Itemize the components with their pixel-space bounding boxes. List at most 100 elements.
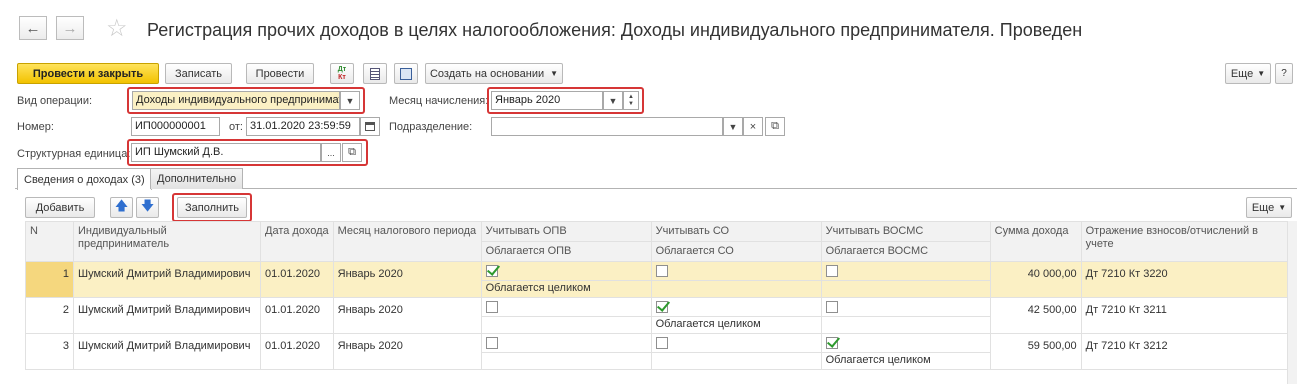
col-so-sub[interactable]: Облагается СО xyxy=(650,241,822,262)
opv-checkbox[interactable] xyxy=(485,265,498,278)
vosms-checkbox[interactable] xyxy=(825,337,838,350)
tab-additional[interactable]: Дополнительно xyxy=(150,168,244,189)
row-so-cell[interactable] xyxy=(650,297,822,318)
division-field[interactable] xyxy=(491,117,723,136)
operation-type-field[interactable]: Доходы индивидуального предпринимателя xyxy=(132,91,340,110)
row-opv-cell[interactable] xyxy=(480,333,652,354)
col-month[interactable]: Месяц налогового периода xyxy=(332,221,482,262)
back-button[interactable]: ← xyxy=(19,16,47,40)
struct-unit-open[interactable]: ⧉ xyxy=(342,143,362,162)
row-reflection[interactable]: Дт 7210 Кт 3211 xyxy=(1080,297,1288,335)
row-reflection[interactable]: Дт 7210 Кт 3220 xyxy=(1080,260,1288,299)
chevron-down-icon: ▼ xyxy=(345,95,355,106)
opv-checkbox[interactable] xyxy=(485,301,498,314)
table-row[interactable]: 3 Шумский Дмитрий Владимирович 01.01.202… xyxy=(25,333,1288,371)
operation-type-dropdown[interactable]: ▼ xyxy=(340,91,360,110)
row-entrepreneur[interactable]: Шумский Дмитрий Владимирович xyxy=(73,260,261,299)
post-button[interactable]: Провести xyxy=(246,63,314,84)
col-entrepreneur[interactable]: Индивидуальный предприниматель xyxy=(73,221,261,262)
row-month[interactable]: Январь 2020 xyxy=(332,333,482,371)
chevron-down-icon: ▼ xyxy=(608,95,618,106)
row-opv-cell[interactable] xyxy=(480,260,652,282)
row-vosms-cell[interactable] xyxy=(820,260,991,282)
col-n[interactable]: N xyxy=(25,221,74,262)
so-taxed-text[interactable] xyxy=(650,280,822,299)
vosms-checkbox[interactable] xyxy=(825,265,838,278)
vosms-taxed-text[interactable]: Облагается целиком xyxy=(820,352,991,371)
row-opv-cell[interactable] xyxy=(480,297,652,318)
vosms-taxed-text[interactable] xyxy=(820,316,991,335)
col-opv-sub[interactable]: Облагается ОПВ xyxy=(480,241,652,262)
row-so-cell[interactable] xyxy=(650,260,822,282)
col-vosms-sub[interactable]: Облагается ВОСМС xyxy=(820,241,991,262)
add-button[interactable]: Добавить xyxy=(25,197,95,218)
struct-unit-field[interactable]: ИП Шумский Д.В. xyxy=(131,143,321,162)
row-number: 2 xyxy=(25,297,74,335)
forward-button[interactable]: → xyxy=(56,16,84,40)
col-so[interactable]: Учитывать СО xyxy=(650,221,822,242)
month-spinner[interactable]: ▲ ▼ xyxy=(623,91,639,110)
row-vosms-cell[interactable] xyxy=(820,297,991,318)
open-link-icon: ⧉ xyxy=(348,146,356,158)
help-button[interactable]: ? xyxy=(1275,63,1293,84)
col-opv[interactable]: Учитывать ОПВ xyxy=(480,221,652,242)
row-reflection[interactable]: Дт 7210 Кт 3212 xyxy=(1080,333,1288,371)
row-date[interactable]: 01.01.2020 xyxy=(260,260,334,299)
struct-unit-select[interactable]: ... xyxy=(321,143,341,162)
col-vosms[interactable]: Учитывать ВОСМС xyxy=(820,221,991,242)
post-and-close-button[interactable]: Провести и закрыть xyxy=(17,63,159,84)
table-row[interactable]: 1 Шумский Дмитрий Владимирович 01.01.202… xyxy=(25,260,1288,299)
division-open[interactable]: ⧉ xyxy=(765,117,785,136)
number-field[interactable]: ИП000000001 xyxy=(131,117,220,136)
favorite-star-icon[interactable]: ☆ xyxy=(106,14,128,43)
row-amount[interactable]: 42 500,00 xyxy=(989,297,1082,335)
row-month[interactable]: Январь 2020 xyxy=(332,260,482,299)
move-down-button[interactable]: 🡇 xyxy=(136,197,159,218)
row-amount[interactable]: 40 000,00 xyxy=(989,260,1082,299)
struct-unit-label: Структурная единица: xyxy=(17,148,131,160)
table-row[interactable]: 2 Шумский Дмитрий Владимирович 01.01.202… xyxy=(25,297,1288,335)
opv-taxed-text[interactable] xyxy=(480,316,652,335)
col-reflection[interactable]: Отражение взносов/отчислений в учете xyxy=(1080,221,1288,262)
opv-taxed-text[interactable] xyxy=(480,352,652,371)
move-up-button[interactable]: 🡅 xyxy=(110,197,133,218)
row-date[interactable]: 01.01.2020 xyxy=(260,333,334,371)
vosms-taxed-text[interactable] xyxy=(820,280,991,299)
row-amount[interactable]: 59 500,00 xyxy=(989,333,1082,371)
date-field[interactable]: 31.01.2020 23:59:59 xyxy=(246,117,360,136)
vosms-checkbox[interactable] xyxy=(825,301,838,314)
division-dropdown[interactable]: ▼ xyxy=(723,117,743,136)
structure-button[interactable] xyxy=(394,63,418,84)
tab-income-info[interactable]: Сведения о доходах (3) xyxy=(17,168,152,190)
col-amount[interactable]: Сумма дохода xyxy=(989,221,1082,262)
row-month[interactable]: Январь 2020 xyxy=(332,297,482,335)
so-taxed-text[interactable]: Облагается целиком xyxy=(650,316,822,335)
division-clear[interactable]: × xyxy=(743,117,763,136)
operation-type-label: Вид операции: xyxy=(17,95,93,107)
so-taxed-text[interactable] xyxy=(650,352,822,371)
accrual-month-field[interactable]: Январь 2020 xyxy=(491,91,603,110)
create-based-on-dropdown[interactable]: Создать на основании ▼ xyxy=(425,63,563,84)
col-date[interactable]: Дата дохода xyxy=(260,221,334,262)
so-checkbox[interactable] xyxy=(655,337,668,350)
accrual-month-dropdown[interactable]: ▼ xyxy=(603,91,623,110)
more-menu-button[interactable]: Еще ▼ xyxy=(1225,63,1271,84)
so-checkbox[interactable] xyxy=(655,265,668,278)
calendar-button[interactable] xyxy=(360,117,380,136)
save-button[interactable]: Записать xyxy=(165,63,232,84)
table-scrollbar[interactable] xyxy=(1287,221,1297,384)
create-based-label: Создать на основании xyxy=(429,67,545,80)
fill-button[interactable]: Заполнить xyxy=(177,197,247,218)
row-entrepreneur[interactable]: Шумский Дмитрий Владимирович xyxy=(73,333,261,371)
opv-checkbox[interactable] xyxy=(485,337,498,350)
row-entrepreneur[interactable]: Шумский Дмитрий Владимирович xyxy=(73,297,261,335)
opv-taxed-text[interactable]: Облагается целиком xyxy=(480,280,652,299)
ellipsis-icon: ... xyxy=(327,147,335,158)
table-more-button[interactable]: Еще ▼ xyxy=(1246,197,1292,218)
row-so-cell[interactable] xyxy=(650,333,822,354)
row-date[interactable]: 01.01.2020 xyxy=(260,297,334,335)
dt-kt-button[interactable]: Дт Кт xyxy=(330,63,354,84)
row-vosms-cell[interactable] xyxy=(820,333,991,354)
report-button[interactable] xyxy=(363,63,387,84)
so-checkbox[interactable] xyxy=(655,301,668,314)
